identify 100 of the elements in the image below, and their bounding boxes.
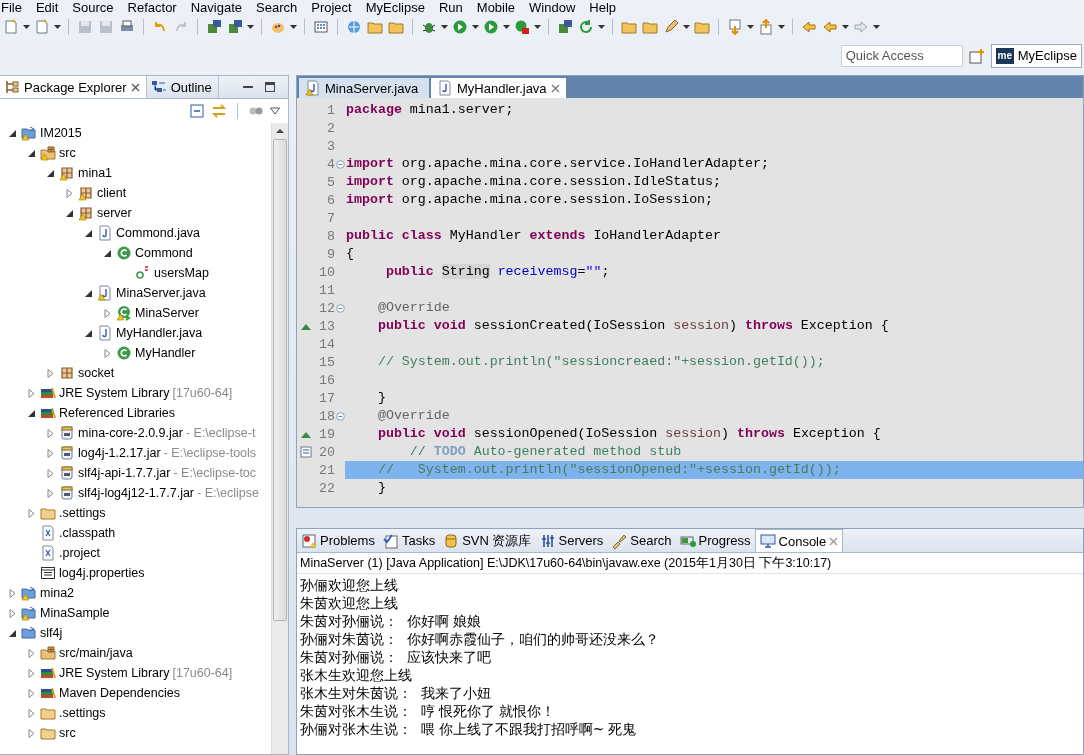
tree-item[interactable]: slf4j-log4j12-1.7.7.jar: [78, 486, 195, 500]
collapse-arrow-icon[interactable]: [26, 408, 36, 418]
tree-item[interactable]: src: [59, 146, 76, 160]
dropdown-caret-icon[interactable]: [598, 25, 605, 29]
tree-item[interactable]: Referenced Libraries: [59, 406, 176, 420]
tree-item[interactable]: mina2: [40, 586, 75, 600]
tree-item[interactable]: socket: [78, 366, 115, 380]
view-menu-icon[interactable]: [270, 107, 280, 115]
expand-arrow-icon[interactable]: [7, 588, 17, 598]
view-tab[interactable]: Console: [754, 529, 844, 552]
tree-item[interactable]: Maven Dependencies: [59, 686, 180, 700]
dropdown-caret-icon[interactable]: [54, 25, 61, 29]
collapse-arrow-icon[interactable]: [7, 128, 17, 138]
dropdown-caret-icon[interactable]: [873, 25, 880, 29]
perspective-button[interactable]: me MyEclipse: [990, 43, 1082, 68]
view-tab[interactable]: Search: [607, 529, 676, 552]
dropdown-caret-icon[interactable]: [441, 25, 448, 29]
fold-icon[interactable]: [335, 411, 345, 421]
pencil-icon[interactable]: [662, 18, 680, 36]
expand-arrow-icon[interactable]: [45, 368, 55, 378]
tree-item[interactable]: .project: [59, 546, 100, 560]
tree-item[interactable]: usersMap: [154, 266, 209, 280]
tree-item[interactable]: MinaSample: [40, 606, 110, 620]
editor-tab[interactable]: MyHandler.java: [431, 78, 566, 98]
tree-item[interactable]: MinaServer.java: [116, 286, 206, 300]
menu-item[interactable]: Navigate: [189, 1, 255, 15]
view-tab[interactable]: Progress: [675, 529, 755, 552]
menu-item[interactable]: File: [0, 1, 35, 15]
collapse-arrow-icon[interactable]: [7, 628, 17, 638]
tree-item[interactable]: .settings: [59, 506, 106, 520]
tree-item[interactable]: .classpath: [59, 526, 116, 540]
expand-arrow-icon[interactable]: [45, 448, 55, 458]
tree-item[interactable]: slf4j-api-1.7.7.jar: [78, 466, 171, 480]
dropdown-caret-icon[interactable]: [23, 25, 30, 29]
maximize-icon[interactable]: [264, 81, 276, 93]
tree-item[interactable]: src: [59, 726, 76, 740]
menu-item[interactable]: Run: [437, 1, 476, 15]
dropdown-caret-icon[interactable]: [747, 25, 754, 29]
tree-item[interactable]: JRE System Library: [59, 666, 170, 680]
tree-item[interactable]: IM2015: [40, 126, 82, 140]
expand-arrow-icon[interactable]: [102, 308, 112, 318]
view-tab[interactable]: SVN 资源库: [439, 529, 536, 552]
scroll-up-icon[interactable]: [276, 127, 284, 135]
fold-icon[interactable]: [335, 303, 345, 313]
tree-item[interactable]: mina-core-2.0.9.jar: [78, 426, 183, 440]
quick-access-field[interactable]: Quick Access: [840, 44, 963, 67]
tree-item[interactable]: .settings: [59, 706, 106, 720]
collapse-all-icon[interactable]: [189, 103, 205, 119]
expand-arrow-icon[interactable]: [26, 728, 36, 738]
expand-arrow-icon[interactable]: [26, 688, 36, 698]
dropdown-caret-icon[interactable]: [842, 25, 849, 29]
expand-arrow-icon[interactable]: [26, 508, 36, 518]
dropdown-caret-icon[interactable]: [778, 25, 785, 29]
dropdown-caret-icon[interactable]: [534, 25, 541, 29]
tree-item[interactable]: client: [97, 186, 127, 200]
dropdown-caret-icon[interactable]: [683, 25, 690, 29]
expand-arrow-icon[interactable]: [102, 348, 112, 358]
menu-item[interactable]: Project: [310, 1, 365, 15]
view-tab[interactable]: Package Explorer: [0, 76, 147, 98]
collapse-arrow-icon[interactable]: [83, 328, 93, 338]
fold-icon[interactable]: [335, 159, 345, 169]
view-tab[interactable]: Outline: [146, 76, 219, 98]
run-icon[interactable]: [451, 18, 469, 36]
expand-arrow-icon[interactable]: [45, 468, 55, 478]
collapse-arrow-icon[interactable]: [45, 168, 55, 178]
expand-arrow-icon[interactable]: [26, 388, 36, 398]
view-tab[interactable]: Servers: [535, 529, 608, 552]
grid-icon[interactable]: [312, 18, 330, 36]
vertical-scrollbar[interactable]: [271, 123, 288, 754]
tree-item[interactable]: MinaServer: [135, 306, 199, 320]
tree-item[interactable]: log4j-1.2.17.jar: [78, 446, 161, 460]
expand-arrow-icon[interactable]: [64, 188, 74, 198]
menu-item[interactable]: Search: [255, 1, 311, 15]
tree-item[interactable]: server: [97, 206, 132, 220]
menu-item[interactable]: Window: [528, 1, 589, 15]
collapse-arrow-icon[interactable]: [83, 288, 93, 298]
open-perspective-icon[interactable]: [968, 47, 985, 64]
tree-item[interactable]: Commond: [135, 246, 193, 260]
tree-item[interactable]: slf4j: [40, 626, 63, 640]
globe-icon[interactable]: [345, 18, 363, 36]
expand-arrow-icon[interactable]: [45, 428, 55, 438]
link-arrows-icon[interactable]: [211, 103, 227, 119]
close-icon[interactable]: [130, 82, 140, 92]
editor-tab[interactable]: MinaServer.java: [299, 78, 429, 98]
dropdown-caret-icon[interactable]: [503, 25, 510, 29]
collapse-arrow-icon[interactable]: [102, 248, 112, 258]
stop-icon[interactable]: [513, 18, 531, 36]
menu-item[interactable]: Mobile: [475, 1, 529, 15]
close-icon[interactable]: [550, 83, 560, 93]
dropdown-caret-icon[interactable]: [290, 25, 297, 29]
menu-item[interactable]: Source: [71, 1, 127, 15]
menu-item[interactable]: MyEclipse: [364, 1, 438, 15]
menu-item[interactable]: Help: [588, 1, 630, 15]
expand-arrow-icon[interactable]: [26, 668, 36, 678]
tree-item[interactable]: src/main/java: [59, 646, 133, 660]
tree-item[interactable]: mina1: [78, 166, 113, 180]
collapse-arrow-icon[interactable]: [64, 208, 74, 218]
menu-item[interactable]: Refactor: [126, 1, 190, 15]
collapse-arrow-icon[interactable]: [83, 228, 93, 238]
expand-arrow-icon[interactable]: [7, 608, 17, 618]
